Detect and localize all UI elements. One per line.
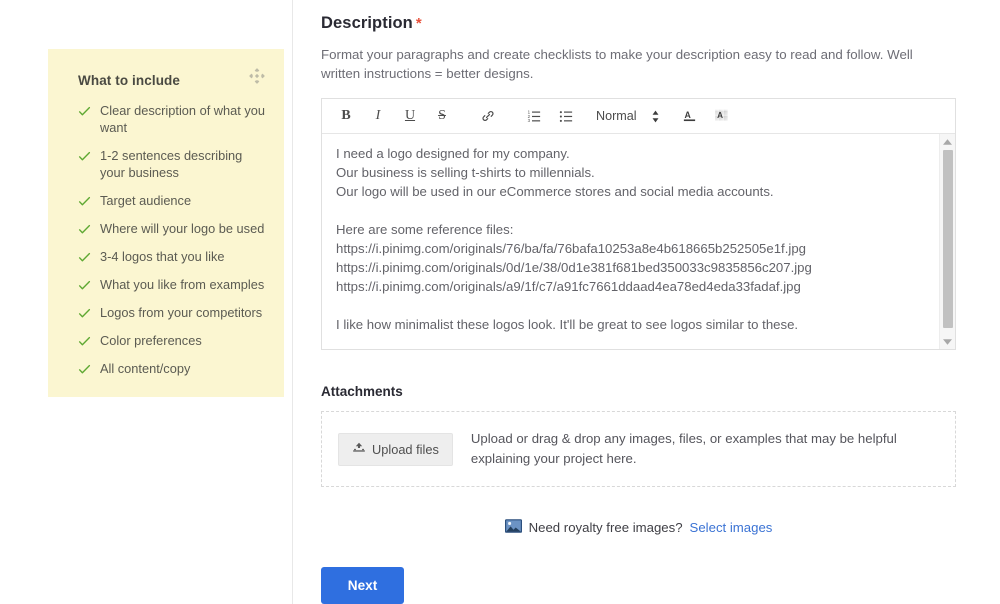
list-item: 1-2 sentences describing your business <box>64 147 268 181</box>
svg-text:3: 3 <box>527 118 530 123</box>
strikethrough-button[interactable]: S <box>429 103 455 129</box>
upload-files-label: Upload files <box>372 441 439 457</box>
format-select[interactable]: Normal <box>596 109 660 123</box>
list-item-label: Color preferences <box>100 333 202 348</box>
editor-line-blank <box>336 296 941 315</box>
format-select-value: Normal <box>596 109 637 123</box>
check-icon <box>78 195 91 208</box>
list-item-label: 1-2 sentences describing your business <box>100 148 243 180</box>
editor-line: https://i.pinimg.com/originals/a9/1f/c7/… <box>336 279 801 294</box>
next-button[interactable]: Next <box>321 567 404 604</box>
editor-line: I like how minimalist these logos look. … <box>336 317 799 332</box>
editor-line: Our logo will be used in our eCommerce s… <box>336 184 774 199</box>
check-icon <box>78 150 91 163</box>
list-item-label: 3-4 logos that you like <box>100 249 225 264</box>
left-sidebar-column: What to include Clear description of wha… <box>0 0 293 604</box>
check-icon <box>78 279 91 292</box>
list-item: Clear description of what you want <box>64 102 268 136</box>
list-item: What you like from examples <box>64 276 268 293</box>
up-down-arrows-icon <box>651 110 660 123</box>
svg-text:A: A <box>717 111 723 120</box>
page-title-text: Description <box>321 14 413 32</box>
what-to-include-title: What to include <box>78 73 180 88</box>
editor-line: https://i.pinimg.com/originals/76/ba/fa/… <box>336 241 806 256</box>
list-item-label: What you like from examples <box>100 277 265 292</box>
editor-toolbar: B I U S 1 2 3 Normal A A <box>322 99 955 134</box>
editor-line: Here are some reference files: <box>336 222 514 237</box>
list-item: Where will your logo be used <box>64 220 268 237</box>
editor-scrollbar[interactable] <box>939 134 955 349</box>
ordered-list-icon[interactable]: 1 2 3 <box>521 103 547 129</box>
page-root: What to include Clear description of wha… <box>0 0 1000 604</box>
text-color-icon[interactable]: A <box>677 103 703 129</box>
underline-button[interactable]: U <box>397 103 423 129</box>
italic-button[interactable]: I <box>365 103 391 129</box>
check-icon <box>78 307 91 320</box>
text-highlight-icon[interactable]: A <box>709 103 735 129</box>
editor-line: Our business is selling t-shirts to mill… <box>336 165 595 180</box>
what-to-include-header: What to include <box>64 65 268 88</box>
list-item-label: Target audience <box>100 193 192 208</box>
scroll-down-arrow-icon[interactable] <box>940 334 955 349</box>
image-icon <box>504 519 522 536</box>
page-title: Description * <box>321 14 958 33</box>
editor-line: https://i.pinimg.com/originals/0d/1e/38/… <box>336 260 812 275</box>
bullet-list-icon[interactable] <box>553 103 579 129</box>
scroll-up-arrow-icon[interactable] <box>940 134 955 149</box>
editor-text-area[interactable]: I need a logo designed for my company. O… <box>322 134 955 349</box>
attachments-dropzone[interactable]: Upload files Upload or drag & drop any i… <box>321 411 956 487</box>
list-item: Logos from your competitors <box>64 304 268 321</box>
check-icon <box>78 223 91 236</box>
description-form: Description * Format your paragraphs and … <box>321 14 958 604</box>
rich-text-editor: B I U S 1 2 3 Normal A A I need a logo d… <box>321 98 956 350</box>
list-item-label: Clear description of what you want <box>100 103 266 135</box>
editor-line: I need a logo designed for my company. <box>336 146 570 161</box>
list-item-label: All content/copy <box>100 361 191 376</box>
svg-text:A: A <box>685 110 692 120</box>
check-icon <box>78 105 91 118</box>
list-item: Color preferences <box>64 332 268 349</box>
check-icon <box>78 251 91 264</box>
description-helper-text: Format your paragraphs and create checkl… <box>321 47 913 81</box>
main-content-column: Description * Format your paragraphs and … <box>293 0 1000 604</box>
bold-button[interactable]: B <box>333 103 359 129</box>
link-icon[interactable] <box>475 103 501 129</box>
upload-files-button[interactable]: Upload files <box>338 432 453 466</box>
royalty-text: Need royalty free images? <box>528 520 683 535</box>
list-item-label: Where will your logo be used <box>100 221 265 236</box>
upload-icon <box>352 441 366 458</box>
list-item-label: Logos from your competitors <box>100 305 263 320</box>
list-item: Target audience <box>64 192 268 209</box>
check-icon <box>78 363 91 376</box>
what-to-include-card: What to include Clear description of wha… <box>48 49 284 397</box>
required-indicator: * <box>415 15 422 32</box>
editor-scrollbar-thumb[interactable] <box>943 150 953 328</box>
royalty-images-row: Need royalty free images? Select images <box>321 519 956 536</box>
select-images-link[interactable]: Select images <box>690 520 773 535</box>
what-to-include-list: Clear description of what you want 1-2 s… <box>64 102 268 377</box>
editor-line-blank <box>336 201 941 220</box>
attachments-title: Attachments <box>321 384 403 399</box>
move-icon[interactable] <box>248 67 266 85</box>
check-icon <box>78 335 91 348</box>
dropzone-hint-text: Upload or drag & drop any images, files,… <box>470 431 897 466</box>
list-item: 3-4 logos that you like <box>64 248 268 265</box>
list-item: All content/copy <box>64 360 268 377</box>
